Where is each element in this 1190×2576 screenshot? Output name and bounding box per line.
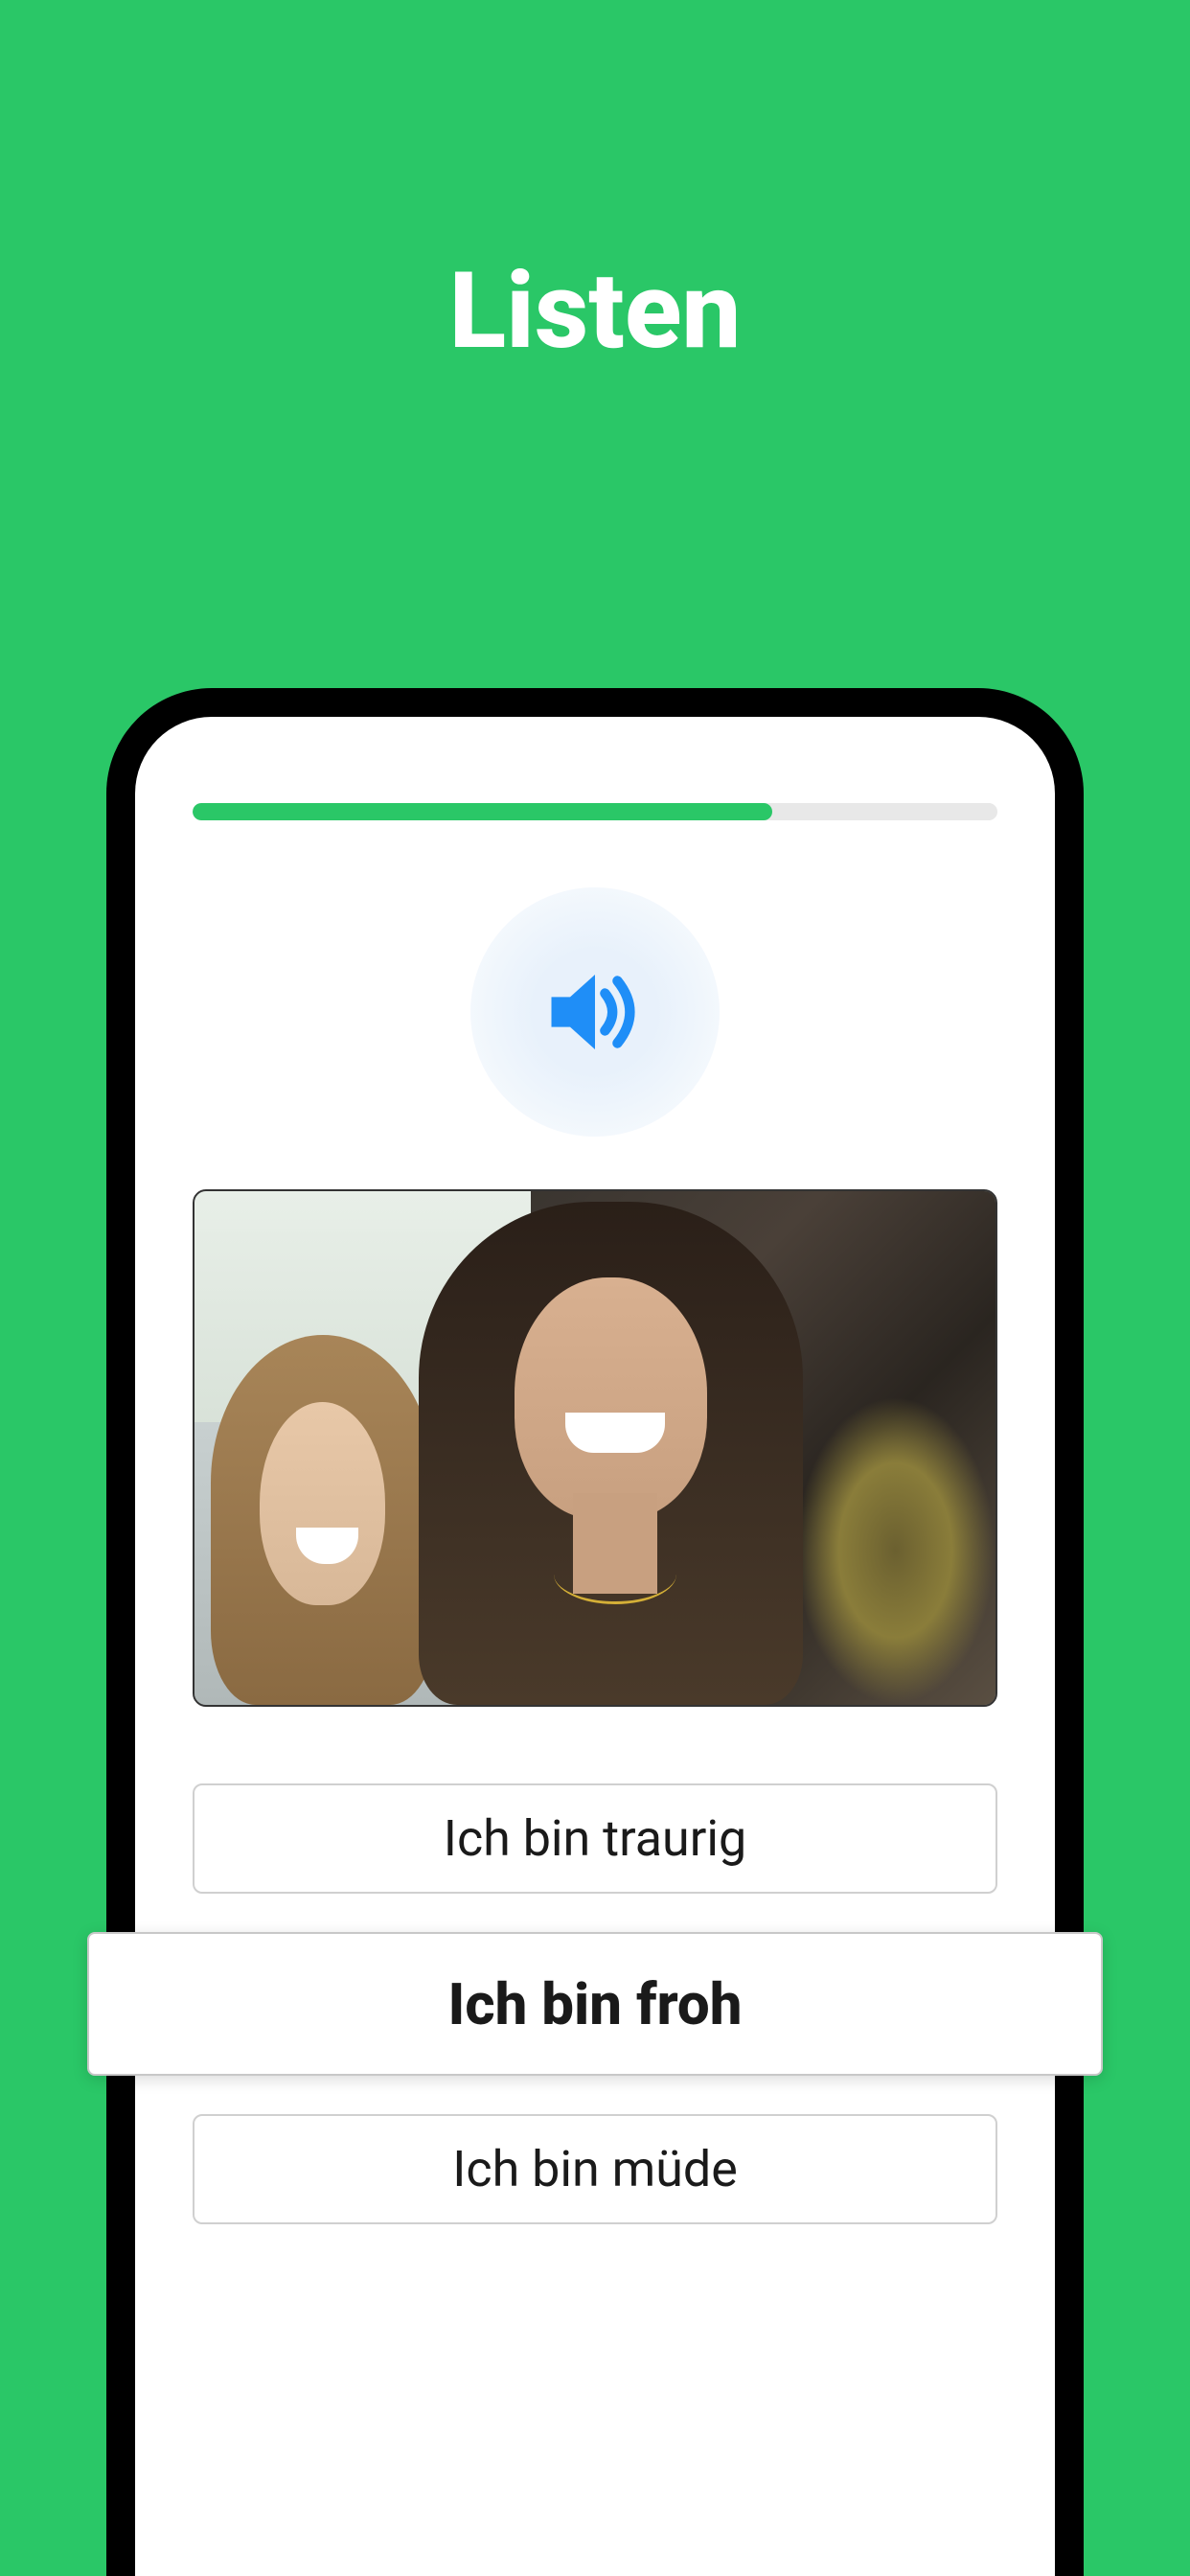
answer-options: Ich bin traurig Ich bin froh Ich bin müd… (193, 1783, 997, 2224)
page-title: Listen (0, 0, 1190, 373)
audio-button-wrapper (193, 887, 997, 1137)
answer-option-label: Ich bin traurig (444, 1809, 746, 1868)
answer-option-1[interactable]: Ich bin traurig (193, 1783, 997, 1894)
answer-option-3[interactable]: Ich bin müde (193, 2114, 997, 2224)
prompt-image (193, 1189, 997, 1707)
answer-option-label: Ich bin froh (448, 1970, 743, 2038)
phone-frame: Ich bin traurig Ich bin froh Ich bin müd… (106, 688, 1084, 2576)
phone-screen: Ich bin traurig Ich bin froh Ich bin müd… (135, 717, 1055, 2576)
progress-bar (193, 803, 997, 820)
speaker-icon (533, 950, 657, 1074)
answer-option-2-selected[interactable]: Ich bin froh (87, 1932, 1103, 2076)
answer-option-label: Ich bin müde (452, 2140, 738, 2198)
play-audio-button[interactable] (470, 887, 720, 1137)
progress-fill (193, 803, 772, 820)
